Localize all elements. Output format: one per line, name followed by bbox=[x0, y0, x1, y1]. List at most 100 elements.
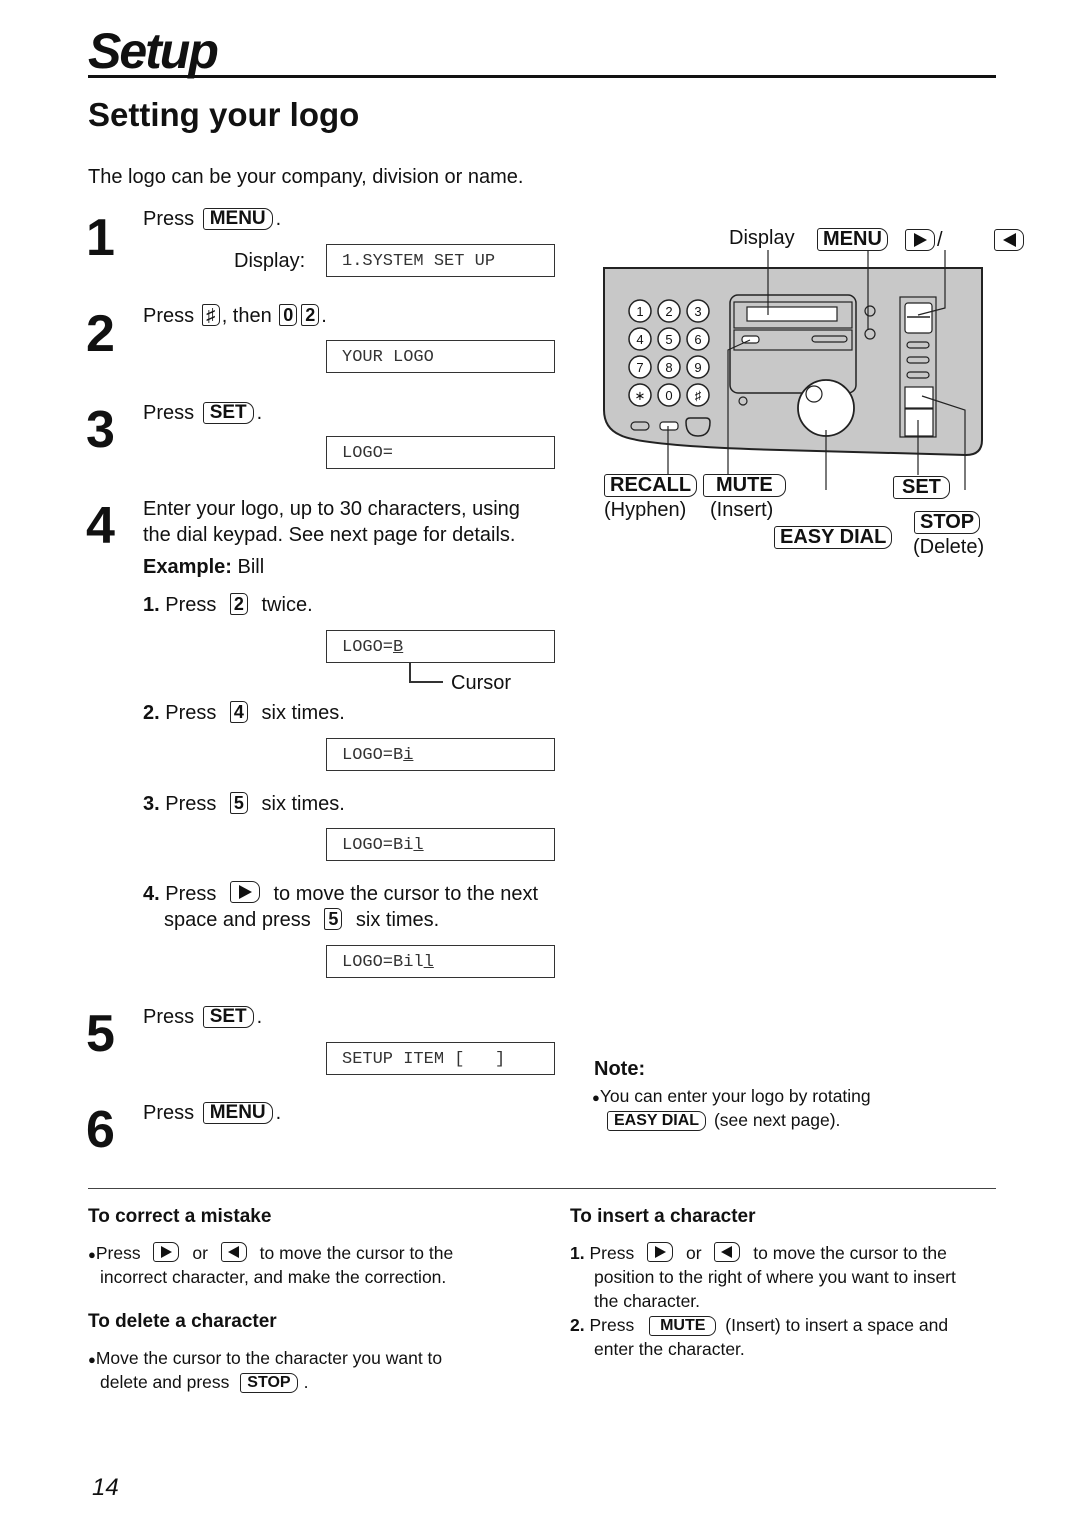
step-text: Move the cursor to the character you wan… bbox=[95, 1348, 443, 1368]
period: . bbox=[303, 1372, 309, 1392]
keypad-key-label: 8 bbox=[665, 360, 672, 375]
example: Example: Bill bbox=[143, 554, 264, 580]
insert-character-title: To insert a character bbox=[570, 1206, 756, 1227]
cursor-label: Cursor bbox=[451, 672, 512, 694]
example-value: Bill bbox=[237, 556, 265, 578]
lcd-display-substep-3: LOGO=Bil bbox=[326, 828, 555, 861]
lcd-screen bbox=[746, 306, 838, 322]
recall-sub-label: (Hyphen) bbox=[604, 499, 687, 521]
right-arrow-icon bbox=[161, 1246, 173, 1258]
page-heading: Setting your logo bbox=[88, 96, 360, 133]
keypad-key-label: 3 bbox=[694, 304, 701, 319]
step-5-instruction: Press SET. bbox=[143, 1004, 262, 1030]
stop-button bbox=[904, 386, 934, 409]
slot bbox=[811, 335, 848, 343]
substep-2: 2. Press 4 six times. bbox=[143, 700, 345, 726]
left-arrow-key bbox=[220, 1242, 247, 1262]
easy-dial-knob bbox=[805, 385, 823, 403]
right-arrow-key bbox=[229, 881, 260, 903]
step-text: Press bbox=[589, 1315, 635, 1335]
step-text: Press bbox=[143, 402, 195, 424]
diagram-stop-key: STOP bbox=[914, 511, 981, 534]
lcd-cursor-char: l bbox=[413, 836, 424, 855]
step-number-3: 3 bbox=[86, 401, 115, 459]
right-arrow-icon bbox=[238, 885, 252, 899]
keypad-key-label: 9 bbox=[694, 360, 701, 375]
menu-key-label: MENU bbox=[817, 228, 888, 251]
page-number: 14 bbox=[92, 1474, 119, 1501]
step-text: to move the cursor to the bbox=[259, 1243, 454, 1263]
step-text: Press bbox=[165, 883, 217, 905]
item-number: 1. bbox=[570, 1243, 585, 1263]
hash-key: ♯ bbox=[201, 304, 220, 326]
step-text: delete and press bbox=[100, 1372, 230, 1392]
keypad-key-label: 4 bbox=[636, 332, 643, 347]
insert-item-1-line-2: position to the right of where you want … bbox=[594, 1267, 956, 1287]
diagram-easy-dial-key: EASY DIAL bbox=[774, 526, 893, 549]
panel-button bbox=[630, 421, 650, 431]
step-text: six times. bbox=[355, 909, 440, 931]
easy-dial-key: EASY DIAL bbox=[607, 1111, 707, 1131]
mute-key: MUTE bbox=[649, 1316, 717, 1336]
example-label: Example: bbox=[143, 556, 232, 578]
step-2-instruction: Press ♯, then 02. bbox=[143, 303, 327, 329]
diagram-recall-key: RECALL bbox=[604, 474, 698, 497]
digit-key-5: 5 bbox=[229, 792, 248, 814]
step-text: Press bbox=[165, 793, 217, 815]
correct-mistake-line-1: ●Press or to move the cursor to the bbox=[88, 1241, 453, 1267]
lcd-cursor-char: i bbox=[403, 746, 414, 765]
substep-4-line-2: space and press 5 six times. bbox=[164, 907, 439, 933]
diagram-mute-key: MUTE bbox=[703, 474, 786, 497]
lcd-text: LOGO=Bil bbox=[342, 953, 424, 972]
lcd-cursor-char: B bbox=[393, 638, 404, 657]
diagram-set-key: SET bbox=[893, 476, 950, 499]
substep-1: 1. Press 2 twice. bbox=[143, 592, 313, 618]
left-arrow-icon bbox=[1003, 233, 1017, 247]
set-key: SET bbox=[202, 1006, 254, 1028]
step-number-2: 2 bbox=[86, 305, 115, 363]
period: . bbox=[275, 1102, 282, 1124]
substep-number: 3. bbox=[143, 793, 160, 815]
note-line-1: ●You can enter your logo by rotating bbox=[592, 1084, 871, 1110]
note-title: Note: bbox=[594, 1058, 646, 1080]
microphone bbox=[738, 396, 748, 406]
delete-character-title: To delete a character bbox=[88, 1311, 277, 1332]
step-1-instruction: Press MENU. bbox=[143, 206, 281, 232]
correct-mistake-title: To correct a mistake bbox=[88, 1206, 272, 1227]
easy-dial-key-label: EASY DIAL bbox=[774, 526, 893, 549]
note-line-2: EASY DIAL (see next page). bbox=[604, 1108, 840, 1132]
keypad-key-label: ♯ bbox=[695, 388, 702, 403]
section-divider bbox=[88, 1188, 996, 1189]
digit-key-2: 2 bbox=[229, 593, 248, 615]
stop-key: STOP bbox=[240, 1373, 298, 1393]
step-text: Press bbox=[165, 594, 217, 616]
right-arrow-key bbox=[647, 1242, 674, 1262]
intro-text: The logo can be your company, division o… bbox=[88, 166, 524, 188]
lcd-text: LOGO=B bbox=[342, 746, 404, 765]
step-number-6: 6 bbox=[86, 1101, 115, 1159]
step-text: to move the cursor to the next bbox=[273, 883, 539, 905]
keypad-key-label: 7 bbox=[636, 360, 643, 375]
period: . bbox=[321, 305, 327, 327]
step-text: or bbox=[685, 1243, 702, 1263]
substep-4: 4. Press to move the cursor to the next bbox=[143, 881, 538, 907]
keypad-key-label: 6 bbox=[694, 332, 701, 347]
left-arrow-icon bbox=[721, 1246, 733, 1258]
right-arrow-key bbox=[153, 1242, 180, 1262]
insert-item-1-line-1: 1. Press or to move the cursor to the bbox=[570, 1241, 947, 1265]
cursor-pointer-line bbox=[409, 663, 411, 682]
step-text: Press bbox=[143, 1102, 195, 1124]
panel-button bbox=[906, 356, 930, 364]
period: . bbox=[275, 208, 282, 230]
bullet: ● bbox=[592, 1090, 600, 1105]
fax-control-panel-diagram: 1 2 3 4 5 6 7 8 9 ∗ 0 ♯ bbox=[603, 250, 983, 490]
set-key-label: SET bbox=[893, 476, 950, 499]
step-text: space and press bbox=[164, 909, 311, 931]
correct-mistake-line-2: incorrect character, and make the correc… bbox=[100, 1267, 447, 1287]
left-arrow-icon bbox=[227, 1246, 239, 1258]
bullet: ● bbox=[88, 1352, 96, 1367]
lcd-display-step-2: YOUR LOGO bbox=[326, 340, 555, 373]
right-arrow-icon bbox=[914, 233, 927, 247]
item-number: 2. bbox=[570, 1315, 585, 1335]
step-text: Press bbox=[143, 208, 195, 230]
